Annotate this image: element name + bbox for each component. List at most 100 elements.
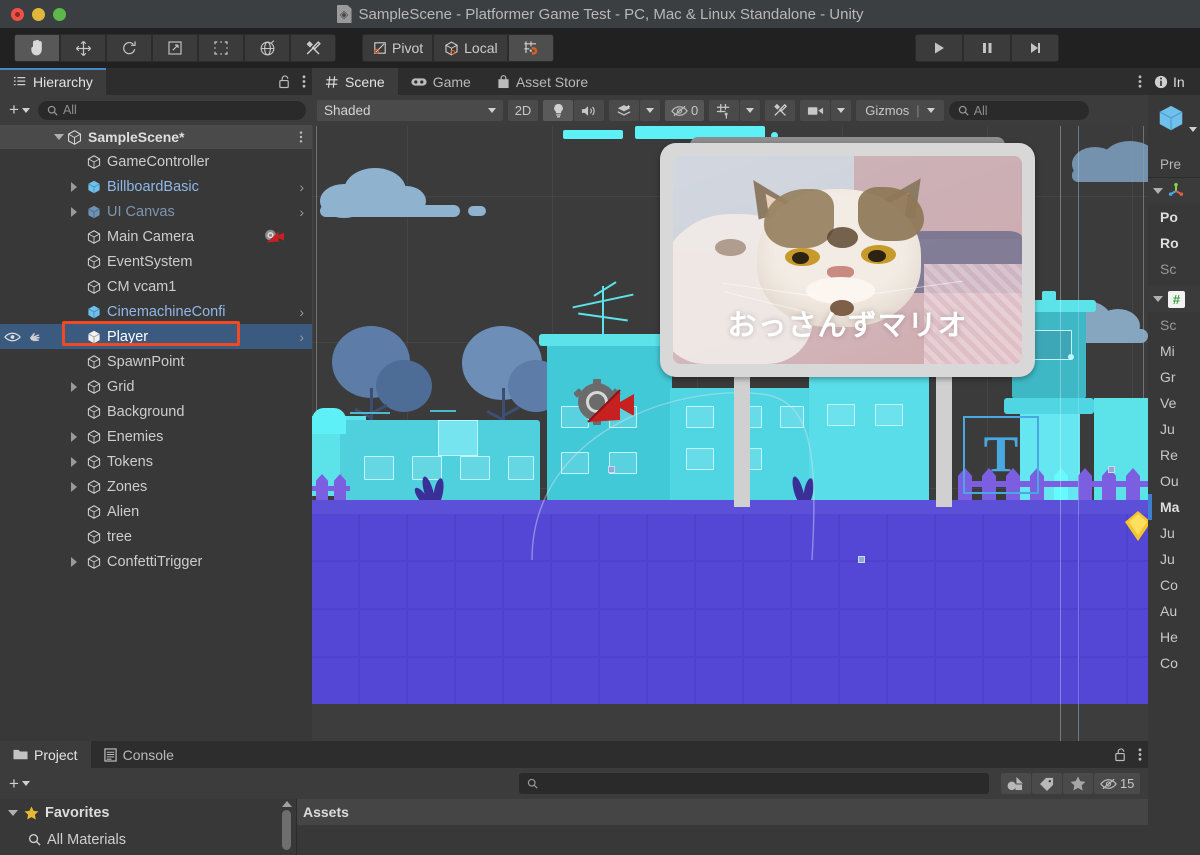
tab-game[interactable]: Game — [397, 68, 484, 95]
zoom-window-button[interactable] — [53, 7, 66, 21]
scene-grid-button[interactable] — [709, 100, 740, 121]
audio-toggle-button[interactable] — [574, 100, 604, 121]
toggle-2d-button[interactable]: 2D — [508, 100, 538, 121]
expand-arrow-slot[interactable] — [67, 381, 81, 392]
chevron-right-icon[interactable] — [71, 431, 77, 442]
filter-by-label-button[interactable] — [1031, 773, 1062, 794]
prefab-open-chevron[interactable]: › — [299, 204, 304, 220]
tab-asset-store[interactable]: Asset Store — [483, 68, 602, 95]
hierarchy-item-cm-vcam1[interactable]: CM vcam1 — [0, 274, 312, 299]
lock-open-icon[interactable] — [1114, 747, 1127, 762]
path-handle[interactable] — [1108, 466, 1115, 473]
lighting-toggle-button[interactable] — [543, 100, 573, 121]
expand-arrow-slot[interactable] — [67, 481, 81, 492]
hierarchy-scene-root[interactable]: SampleScene* — [0, 125, 312, 149]
rect-tool-button[interactable] — [198, 34, 244, 62]
close-window-button[interactable] — [11, 7, 24, 21]
hierarchy-item-spawnpoint[interactable]: SpawnPoint — [0, 349, 312, 374]
project-add-button[interactable]: + — [6, 774, 33, 794]
hierarchy-item-eventsystem[interactable]: EventSystem — [0, 249, 312, 274]
eye-icon[interactable] — [4, 331, 21, 343]
prefab-open-chevron[interactable]: › — [299, 329, 304, 345]
tab-inspector[interactable]: In — [1154, 74, 1185, 90]
play-button[interactable] — [915, 34, 963, 62]
pause-button[interactable] — [963, 34, 1011, 62]
prefab-open-chevron[interactable]: › — [299, 304, 304, 320]
hierarchy-item-background[interactable]: Background — [0, 399, 312, 424]
fx-dropdown-button[interactable] — [640, 100, 660, 121]
transform-tool-button[interactable] — [244, 34, 290, 62]
kebab-menu-icon[interactable] — [302, 74, 306, 89]
prefab-open-chevron[interactable]: › — [299, 179, 304, 195]
hierarchy-item-confettitrigger[interactable]: ConfettiTrigger — [0, 549, 312, 574]
chevron-down-icon[interactable] — [1153, 188, 1163, 194]
scene-camera-button[interactable] — [800, 100, 831, 121]
path-handle[interactable] — [858, 556, 865, 563]
tab-scene[interactable]: Scene — [312, 68, 398, 95]
rotate-tool-button[interactable] — [106, 34, 152, 62]
project-favorites-row[interactable]: Favorites — [0, 799, 296, 826]
hierarchy-item-zones[interactable]: Zones — [0, 474, 312, 499]
hierarchy-add-button[interactable]: + — [6, 100, 33, 120]
kebab-menu-icon[interactable] — [299, 130, 303, 144]
hierarchy-item-grid[interactable]: Grid — [0, 374, 312, 399]
tab-hierarchy[interactable]: Hierarchy — [0, 68, 106, 95]
tab-console[interactable]: Console — [90, 741, 187, 768]
kebab-menu-icon[interactable] — [1138, 74, 1142, 89]
hierarchy-item-tokens[interactable]: Tokens — [0, 449, 312, 474]
move-tool-button[interactable] — [60, 34, 106, 62]
inspector-transform-header[interactable] — [1148, 178, 1200, 204]
draw-mode-dropdown[interactable]: Shaded — [317, 100, 503, 121]
expand-arrow-slot[interactable] — [67, 556, 81, 567]
chevron-down-icon[interactable] — [1189, 127, 1197, 132]
handle-space-button[interactable]: Local — [433, 34, 508, 62]
chevron-down-icon[interactable] — [1153, 296, 1163, 302]
hierarchy-item-main-camera[interactable]: Main Camera — [0, 224, 312, 249]
custom-tool-button[interactable] — [290, 34, 336, 62]
chevron-down-icon[interactable] — [54, 134, 64, 140]
gizmos-button[interactable]: Gizmos | — [856, 100, 944, 121]
scene-tools-button[interactable] — [765, 100, 796, 121]
tab-project[interactable]: Project — [0, 741, 91, 768]
hierarchy-search-input[interactable]: All — [37, 100, 306, 120]
chevron-right-icon[interactable] — [71, 181, 77, 192]
project-all-materials-row[interactable]: All Materials — [0, 826, 296, 853]
fx-toggle-button[interactable] — [609, 100, 639, 121]
hidden-objects-button[interactable]: 0 — [665, 100, 705, 121]
hierarchy-item-tree[interactable]: tree — [0, 524, 312, 549]
hidden-assets-button[interactable]: 15 — [1093, 773, 1141, 794]
scene-camera-dropdown-button[interactable] — [831, 100, 852, 121]
lock-open-icon[interactable] — [278, 74, 291, 89]
expand-arrow-slot[interactable] — [67, 206, 81, 217]
hierarchy-item-player[interactable]: Player › — [0, 324, 312, 349]
hierarchy-item-alien[interactable]: Alien — [0, 499, 312, 524]
expand-arrow-slot[interactable] — [67, 181, 81, 192]
expand-arrow-slot[interactable] — [67, 456, 81, 467]
assets-breadcrumb[interactable]: Assets — [297, 799, 1148, 825]
scene-viewport[interactable]: おっさんずマリオ T — [312, 126, 1148, 768]
chevron-right-icon[interactable] — [71, 206, 77, 217]
hand-tool-button[interactable] — [14, 34, 60, 62]
hierarchy-item-gamecontroller[interactable]: GameController — [0, 149, 312, 174]
step-button[interactable] — [1011, 34, 1059, 62]
filter-by-type-button[interactable] — [1000, 773, 1031, 794]
inspector-component-header[interactable]: # — [1148, 286, 1200, 312]
project-tree-scrollbar[interactable] — [281, 801, 292, 855]
scale-tool-button[interactable] — [152, 34, 198, 62]
hierarchy-item-ui-canvas[interactable]: UI Canvas › — [0, 199, 312, 224]
expand-arrow-slot[interactable] — [67, 431, 81, 442]
pointer-hand-icon[interactable] — [27, 330, 42, 344]
chevron-right-icon[interactable] — [71, 456, 77, 467]
scroll-up-arrow[interactable] — [281, 801, 292, 807]
chevron-right-icon[interactable] — [71, 381, 77, 392]
scene-grid-dropdown-button[interactable] — [740, 100, 761, 121]
scrollbar-thumb[interactable] — [282, 810, 291, 850]
chevron-right-icon[interactable] — [71, 481, 77, 492]
billboard-object[interactable]: おっさんずマリオ — [660, 137, 1035, 507]
hierarchy-item-enemies[interactable]: Enemies — [0, 424, 312, 449]
chevron-down-icon[interactable] — [8, 809, 18, 816]
kebab-menu-icon[interactable] — [1138, 747, 1142, 762]
filter-favorites-button[interactable] — [1062, 773, 1093, 794]
text-gizmo[interactable]: T — [963, 416, 1039, 494]
scene-search-input[interactable]: All — [948, 101, 1089, 120]
